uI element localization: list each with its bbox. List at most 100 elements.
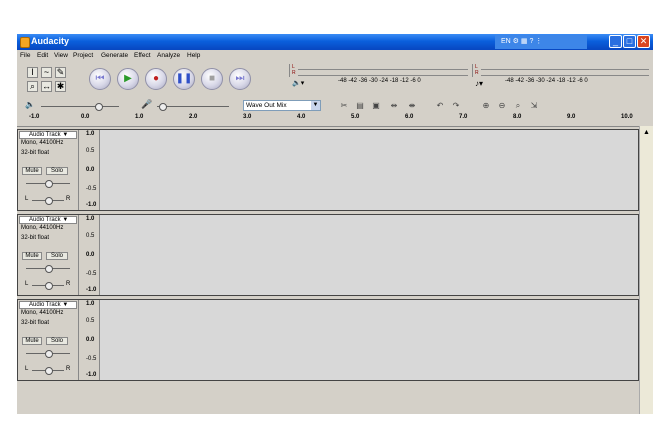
timeshift-tool-icon[interactable]: ↔: [41, 81, 52, 92]
track-control-panel: ✕ Audio Track ▼ Mono, 44100Hz 32-bit flo…: [17, 215, 79, 295]
track-format: Mono, 44100Hz: [21, 140, 64, 146]
solo-button[interactable]: Solo: [46, 252, 68, 260]
title-bar[interactable]: Audacity EN ⚙ ▦ ? ⋮ _ □ ✕: [17, 34, 653, 50]
gain-knob[interactable]: [45, 265, 53, 273]
fit-project-icon[interactable]: ⇲: [529, 101, 539, 110]
menu-project[interactable]: Project: [73, 52, 93, 59]
maximize-button[interactable]: □: [623, 35, 636, 48]
silence-icon[interactable]: ⇼: [407, 101, 417, 110]
waveform-area[interactable]: [100, 215, 638, 295]
scale-tick: 1.0: [86, 216, 95, 222]
track-name: Audio Track: [29, 217, 61, 223]
ruler-tick: 6.0: [405, 114, 414, 120]
envelope-tool-icon[interactable]: ~: [41, 67, 52, 78]
skip-end-button[interactable]: ⏭: [229, 68, 251, 90]
scale-tick: 0.5: [86, 233, 95, 239]
ruler-tick: 5.0: [351, 114, 360, 120]
multi-tool-icon[interactable]: ✱: [55, 81, 66, 92]
close-button[interactable]: ✕: [637, 35, 650, 48]
menu-analyze[interactable]: Analyze: [157, 52, 180, 59]
pause-button[interactable]: ❚❚: [173, 68, 195, 90]
pan-knob[interactable]: [45, 367, 53, 375]
gain-knob[interactable]: [45, 180, 53, 188]
minimize-button[interactable]: _: [609, 35, 622, 48]
copy-icon[interactable]: ▤: [355, 101, 365, 110]
menu-effect[interactable]: Effect: [134, 52, 151, 59]
selection-tool-icon[interactable]: I: [27, 67, 38, 78]
menu-help[interactable]: Help: [187, 52, 200, 59]
menu-generate[interactable]: Generate: [101, 52, 128, 59]
ruler-tick: 9.0: [567, 114, 576, 120]
menu-edit[interactable]: Edit: [37, 52, 48, 59]
pan-right-label: R: [66, 366, 71, 372]
ruler-tick: 8.0: [513, 114, 522, 120]
language-tray[interactable]: EN ⚙ ▦ ? ⋮: [495, 35, 587, 49]
trim-icon[interactable]: ⇹: [389, 101, 399, 110]
pan-left-label: L: [25, 281, 29, 287]
audio-track-3[interactable]: ✕ Audio Track ▼ Mono, 44100Hz 32-bit flo…: [17, 299, 639, 381]
playback-meter[interactable]: L R -48 -42 -36 -30 -24 -18 -12 -6 0: [472, 64, 651, 84]
cut-icon[interactable]: ✂: [339, 101, 349, 110]
ruler-tick: 1.0: [135, 114, 144, 120]
scale-tick: -1.0: [86, 202, 97, 208]
audio-track-2[interactable]: ✕ Audio Track ▼ Mono, 44100Hz 32-bit flo…: [17, 214, 639, 296]
output-volume-slider[interactable]: [41, 106, 119, 107]
audio-track-1[interactable]: ✕ Audio Track ▼ Mono, 44100Hz 32-bit flo…: [17, 129, 639, 211]
scale-tick: -0.5: [86, 186, 97, 192]
scale-tick: 1.0: [86, 301, 95, 307]
zoom-tool-icon[interactable]: ⌕: [27, 81, 38, 92]
record-meter-scale: -48 -42 -36 -30 -24 -18 -12 -6 0: [338, 78, 421, 84]
redo-icon[interactable]: ↷: [451, 101, 461, 110]
ruler-tick: 10.0: [621, 114, 633, 120]
menu-file[interactable]: File: [20, 52, 30, 59]
pan-knob[interactable]: [45, 197, 53, 205]
pan-knob[interactable]: [45, 282, 53, 290]
zoom-out-icon[interactable]: ⊖: [497, 101, 507, 110]
speaker-icon[interactable]: 🔈▾: [292, 79, 304, 87]
track-name-menu[interactable]: ✕ Audio Track ▼: [17, 301, 77, 309]
input-device-select[interactable]: Wave Out Mix ▼: [243, 100, 321, 111]
pan-left-label: L: [25, 196, 29, 202]
timeline-ruler[interactable]: -1.0 0.0 1.0 2.0 3.0 4.0 5.0 6.0 7.0 8.0…: [17, 114, 653, 127]
track-name-menu[interactable]: ✕ Audio Track ▼: [17, 216, 77, 224]
language-indicator[interactable]: EN: [501, 38, 511, 45]
vertical-scrollbar[interactable]: ▲: [639, 126, 653, 414]
record-button[interactable]: ●: [145, 68, 167, 90]
playback-meter-scale: -48 -42 -36 -30 -24 -18 -12 -6 0: [505, 78, 588, 84]
scale-tick: 0.5: [86, 148, 95, 154]
output-volume-knob[interactable]: [95, 103, 103, 111]
microphone-icon: 🎤: [141, 99, 153, 109]
menu-view[interactable]: View: [54, 52, 68, 59]
track-control-panel: ✕ Audio Track ▼ Mono, 44100Hz 32-bit flo…: [17, 130, 79, 210]
record-meter[interactable]: L R -48 -42 -36 -30 -24 -18 -12 -6 0: [289, 64, 470, 84]
solo-button[interactable]: Solo: [46, 337, 68, 345]
meter-right-label: R: [475, 70, 479, 76]
scroll-up-icon[interactable]: ▲: [642, 128, 651, 137]
mute-button[interactable]: Mute: [22, 167, 42, 175]
waveform-area[interactable]: [100, 130, 638, 210]
input-volume-slider[interactable]: [157, 106, 229, 107]
zoom-in-icon[interactable]: ⊕: [481, 101, 491, 110]
mute-button[interactable]: Mute: [22, 337, 42, 345]
track-name-menu[interactable]: ✕ Audio Track ▼: [17, 131, 77, 139]
ruler-tick: -1.0: [29, 114, 40, 120]
solo-button[interactable]: Solo: [46, 167, 68, 175]
track-name: Audio Track: [29, 132, 61, 138]
undo-icon[interactable]: ↶: [435, 101, 445, 110]
stop-button[interactable]: ■: [201, 68, 223, 90]
fit-selection-icon[interactable]: ⌕: [513, 101, 523, 110]
paste-icon[interactable]: ▣: [371, 101, 381, 110]
microphone-meter-icon[interactable]: ♪▾: [475, 79, 483, 88]
chevron-down-icon[interactable]: ▼: [311, 101, 320, 110]
input-volume-knob[interactable]: [159, 103, 167, 111]
gain-knob[interactable]: [45, 350, 53, 358]
mute-button[interactable]: Mute: [22, 252, 42, 260]
waveform-area[interactable]: [100, 300, 638, 380]
meter-right-label: R: [292, 70, 296, 76]
draw-tool-icon[interactable]: ✎: [55, 67, 66, 78]
ruler-tick: 2.0: [189, 114, 198, 120]
skip-start-button[interactable]: ⏮: [89, 68, 111, 90]
track-name: Audio Track: [29, 302, 61, 308]
scale-tick: 1.0: [86, 131, 95, 137]
play-button[interactable]: ▶: [117, 68, 139, 90]
